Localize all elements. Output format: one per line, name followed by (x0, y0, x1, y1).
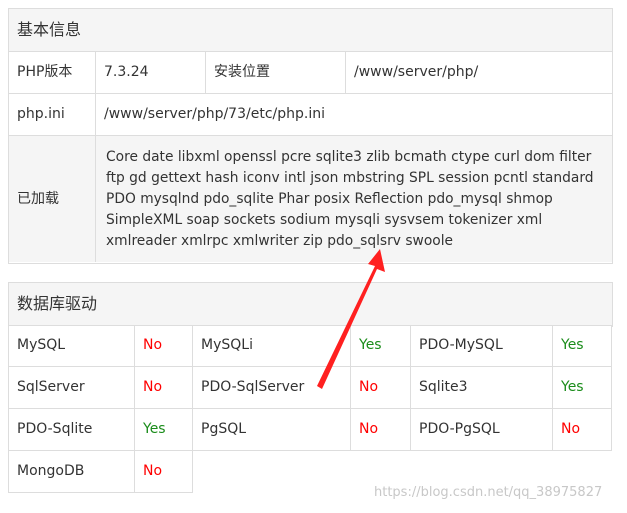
annotation-arrow-icon (317, 249, 385, 389)
watermark: https://blog.csdn.net/qq_38975827 (374, 485, 603, 500)
